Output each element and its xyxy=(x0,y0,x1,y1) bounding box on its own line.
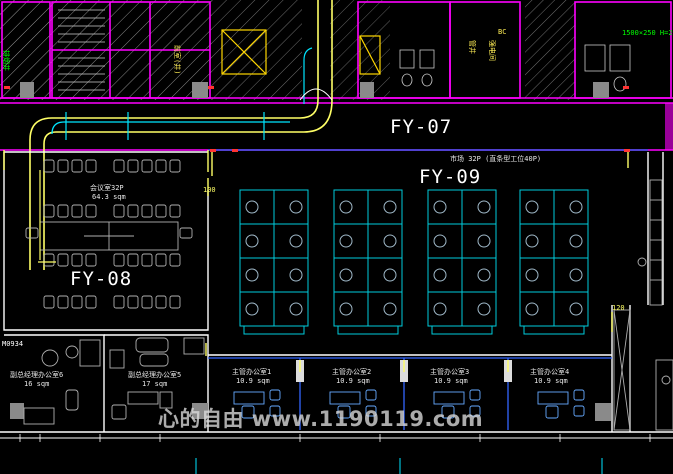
workstation-chair xyxy=(383,200,397,214)
svg-text:管井: 管井 xyxy=(468,40,477,54)
workstation-chair xyxy=(525,268,539,282)
workstation-chair xyxy=(477,234,491,248)
guest-chair xyxy=(573,389,585,401)
workstation-grid xyxy=(239,189,589,335)
workstation-chair xyxy=(525,234,539,248)
workstation-chair xyxy=(569,200,583,214)
manager-4-name: 主管办公室4 xyxy=(530,368,570,376)
workstation-cabinet xyxy=(337,325,399,335)
workstation-chair xyxy=(477,200,491,214)
workstation-chair xyxy=(383,268,397,282)
workstation-chair xyxy=(433,302,447,316)
manager-1-area: 10.9 sqm xyxy=(236,377,270,385)
svg-text:BC: BC xyxy=(498,28,506,36)
svg-text:强电间: 强电间 xyxy=(488,40,497,61)
workstation-chair xyxy=(383,302,397,316)
workstation-chair xyxy=(339,200,353,214)
workstation-chair xyxy=(245,234,259,248)
duct-size-tag: 1500×250 H=2 xyxy=(622,29,673,37)
workstation-cabinet xyxy=(243,325,305,335)
guest-chair xyxy=(469,389,481,401)
workstation-chair xyxy=(339,234,353,248)
workstation-chair xyxy=(525,302,539,316)
zone-label-fy09: FY-09 xyxy=(419,166,482,188)
deputy-gm-5-name: 副总经理办公室5 xyxy=(128,371,182,379)
manager-3-area: 10.9 sqm xyxy=(434,377,468,385)
manager-2-area: 10.9 sqm xyxy=(336,377,370,385)
meeting-room-name: 会议室32P xyxy=(90,184,124,192)
workstation-cabinet xyxy=(523,325,585,335)
manager-4-area: 10.9 sqm xyxy=(534,377,568,385)
workstation-chair xyxy=(477,268,491,282)
workstation-chair xyxy=(433,268,447,282)
door-tag-m0934: M0934 xyxy=(2,340,24,348)
door-tag-100: 100 xyxy=(203,186,216,194)
zone-label-fy07: FY-07 xyxy=(390,116,453,138)
dimension-lines xyxy=(0,434,673,474)
watermark-text: 心的自由 www.1190119.com xyxy=(158,407,484,431)
upper-rooms: 前室(井) 管井 强电间 BC 排烟井 1500×250 H=2 xyxy=(0,0,673,100)
manager-desk xyxy=(537,391,569,405)
workstation-chair xyxy=(289,302,303,316)
door-tag-120: 120 xyxy=(612,304,625,312)
workstation-chair xyxy=(339,268,353,282)
guest-chair xyxy=(573,405,585,417)
deputy-gm-6-name: 副总经理办公室6 xyxy=(10,371,64,379)
zone-label-fy08: FY-08 xyxy=(70,268,133,290)
deputy-gm-5-area: 17 sqm xyxy=(142,380,168,388)
workstation-chair xyxy=(245,268,259,282)
workstation-chair xyxy=(289,234,303,248)
svg-text:前室(井): 前室(井) xyxy=(173,45,182,74)
workstation-chair xyxy=(289,200,303,214)
workstation-chair xyxy=(569,234,583,248)
workstation-chair xyxy=(569,268,583,282)
workstation-chair xyxy=(433,234,447,248)
workstation-chair xyxy=(433,200,447,214)
manager-2-name: 主管办公室2 xyxy=(332,368,372,376)
workstation-cabinet xyxy=(431,325,493,335)
workstation-chair xyxy=(383,234,397,248)
manager-1-name: 主管办公室1 xyxy=(232,368,272,376)
workstation-chair xyxy=(245,200,259,214)
guest-chair xyxy=(365,389,377,401)
manager-chair xyxy=(545,405,559,419)
workstation-chair xyxy=(477,302,491,316)
workstation-chair xyxy=(289,268,303,282)
workstation-chair xyxy=(569,302,583,316)
workstation-chair xyxy=(525,200,539,214)
svg-text:排烟井: 排烟井 xyxy=(2,50,11,71)
open-office-name: 市场 32P (直条型工位40P) xyxy=(450,155,542,163)
meeting-room-area: 64.3 sqm xyxy=(92,193,126,201)
deputy-gm-6-area: 16 sqm xyxy=(24,380,50,388)
workstation-chair xyxy=(245,302,259,316)
workstation-chair xyxy=(339,302,353,316)
manager-3-name: 主管办公室3 xyxy=(430,368,470,376)
guest-chair xyxy=(269,389,281,401)
